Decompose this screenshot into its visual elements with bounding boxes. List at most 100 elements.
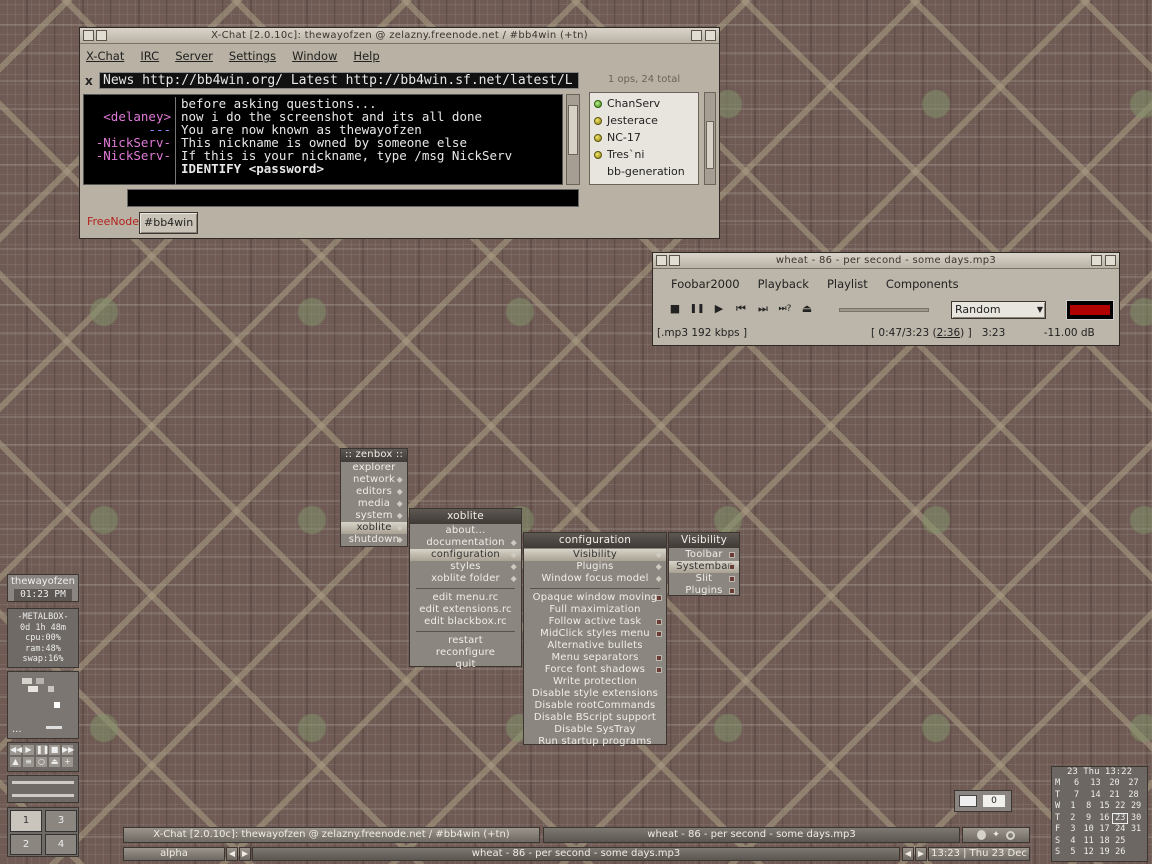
menu-window[interactable]: Window xyxy=(292,49,337,63)
tray-icon[interactable] xyxy=(54,702,60,708)
xchat-window-menu-icon[interactable] xyxy=(83,30,94,41)
menu-playlist[interactable]: Playlist xyxy=(827,277,868,291)
eject-small-icon[interactable]: ⏏ xyxy=(49,757,60,767)
up-icon[interactable]: ▲ xyxy=(10,757,21,767)
menu-item-follow-active-task[interactable]: Follow active task xyxy=(524,616,666,628)
calendar-day[interactable]: 22 xyxy=(1112,801,1128,813)
calendar-day[interactable]: 2 xyxy=(1065,813,1081,825)
menu-item-about[interactable]: about... xyxy=(410,525,521,537)
menu-item-explorer[interactable]: explorer xyxy=(341,462,407,474)
menu-item-restart[interactable]: restart xyxy=(410,635,521,647)
menu-help[interactable]: Help xyxy=(353,49,379,63)
chat-scrollbar[interactable] xyxy=(566,94,580,185)
tray-icon[interactable] xyxy=(48,686,54,692)
user-item[interactable]: NC-17 xyxy=(594,129,698,146)
calendar-day[interactable]: 21 xyxy=(1105,790,1124,802)
menu-item-edit-menu[interactable]: edit menu.rc xyxy=(410,592,521,604)
menu-item-full-maximization[interactable]: Full maximization xyxy=(524,604,666,616)
calendar-day[interactable] xyxy=(1128,836,1144,848)
calendar-day[interactable] xyxy=(1128,847,1144,859)
topic-close-icon[interactable]: x xyxy=(85,74,93,88)
calendar-day[interactable]: 12 xyxy=(1081,847,1097,859)
play-small-icon[interactable]: ▶ xyxy=(23,745,34,755)
userlist-scrollbar[interactable] xyxy=(704,92,716,185)
tab-bb4win[interactable]: #bb4win xyxy=(139,212,199,234)
menu-item-visibility[interactable]: Visibility ◆ xyxy=(524,549,666,561)
menu-item-write-protection[interactable]: Write protection xyxy=(524,676,666,688)
calendar-day[interactable]: 25 xyxy=(1112,836,1128,848)
calendar-day[interactable]: 16 xyxy=(1096,813,1112,825)
menu-item-network[interactable]: network ◆ xyxy=(341,474,407,486)
foobar-maximize-icon[interactable] xyxy=(1091,255,1102,266)
xchat-titlebar[interactable]: X-Chat [2.0.10c]: thewayofzen @ zelazny.… xyxy=(80,28,719,44)
workspace-4[interactable]: 4 xyxy=(45,834,77,855)
calendar-day[interactable]: 9 xyxy=(1081,813,1097,825)
xchat-shade-icon[interactable] xyxy=(96,30,107,41)
menu-item-midclick-styles[interactable]: MidClick styles menu xyxy=(524,628,666,640)
stop-icon[interactable]: ■ xyxy=(667,302,683,316)
menu-item-system[interactable]: system ◆ xyxy=(341,510,407,522)
forward-icon[interactable]: ▶▶ xyxy=(62,745,74,755)
user-item[interactable]: Jesterace xyxy=(594,112,698,129)
calendar-day[interactable]: 31 xyxy=(1128,824,1144,836)
volume-slider[interactable] xyxy=(12,781,74,784)
menu-item-shutdown[interactable]: shutdown ◆ xyxy=(341,534,407,546)
menu-server[interactable]: Server xyxy=(175,49,213,63)
user-item[interactable]: boovit xyxy=(594,180,698,184)
topic-input[interactable]: News http://bb4win.org/ Latest http://bb… xyxy=(99,72,579,89)
menu-item-disable-rootcommands[interactable]: Disable rootCommands xyxy=(524,700,666,712)
menu-item-plugins[interactable]: Plugins ◆ xyxy=(524,561,666,573)
menu-item-window-focus[interactable]: Window focus model ◆ xyxy=(524,573,666,585)
menu-item-disable-bscript[interactable]: Disable BScript support xyxy=(524,712,666,724)
menu-irc[interactable]: IRC xyxy=(140,49,159,63)
power-icon[interactable] xyxy=(1005,830,1015,840)
rewind-icon[interactable]: ◀◀ xyxy=(10,745,22,755)
menu-xchat[interactable]: X-Chat xyxy=(86,49,124,63)
menu-item-styles[interactable]: styles ◆ xyxy=(410,561,521,573)
menu-settings[interactable]: Settings xyxy=(229,49,276,63)
menu-item-documentation[interactable]: documentation ◆ xyxy=(410,537,521,549)
window-next-icon[interactable]: ▶ xyxy=(915,847,927,861)
calendar-day[interactable]: 18 xyxy=(1097,836,1113,848)
menu-item-toolbar[interactable]: Toolbar xyxy=(669,549,739,561)
message-input[interactable] xyxy=(127,189,579,207)
calendar-day[interactable]: 11 xyxy=(1081,836,1097,848)
menu-item-editors[interactable]: editors ◆ xyxy=(341,486,407,498)
mail-plugin[interactable]: 0 xyxy=(954,790,1012,812)
menu-item-systembar[interactable]: Systembar xyxy=(669,561,739,573)
calendar-day[interactable]: 23 xyxy=(1112,812,1129,824)
calendar-day[interactable]: 14 xyxy=(1086,790,1105,802)
window-prev-icon[interactable]: ◀ xyxy=(902,847,914,861)
calendar-day[interactable]: 6 xyxy=(1067,778,1086,790)
calendar-day[interactable]: 19 xyxy=(1097,847,1113,859)
seek-slider[interactable] xyxy=(839,308,929,312)
calendar-day[interactable]: 7 xyxy=(1067,790,1086,802)
tray-icon[interactable] xyxy=(46,726,62,729)
next-icon[interactable]: ⏭ xyxy=(755,302,771,316)
calendar-day[interactable]: 24 xyxy=(1112,824,1128,836)
calendar-day[interactable]: 17 xyxy=(1097,824,1113,836)
taskbar-task-xchat[interactable]: X-Chat [2.0.10c]: thewayofzen @ zelazny.… xyxy=(123,827,540,843)
foobar-titlebar[interactable]: wheat - 86 - per second - some days.mp3 xyxy=(653,253,1119,269)
foobar-shade-icon[interactable] xyxy=(669,255,680,266)
tray-icon[interactable] xyxy=(22,678,32,684)
eject-icon[interactable]: ⏏ xyxy=(799,302,815,316)
calendar-day[interactable]: 3 xyxy=(1065,824,1081,836)
calendar-day[interactable]: 26 xyxy=(1112,847,1128,859)
calendar-day[interactable]: 15 xyxy=(1097,801,1113,813)
workspace-prev-icon[interactable]: ◀ xyxy=(226,847,238,861)
calendar-day[interactable]: 30 xyxy=(1128,813,1144,825)
menu-components[interactable]: Components xyxy=(886,277,959,291)
volume-meter[interactable] xyxy=(1066,300,1114,320)
menu-item-xoblite-folder[interactable]: xoblite folder ◆ xyxy=(410,573,521,585)
menu-item-xoblite[interactable]: xoblite ◆ xyxy=(341,522,407,534)
workspace-next-icon[interactable]: ▶ xyxy=(239,847,251,861)
repeat-icon[interactable]: ○ xyxy=(36,757,47,767)
menu-item-vis-plugins[interactable]: Plugins xyxy=(669,585,739,597)
menu-item-configuration[interactable]: configuration ◆ xyxy=(410,549,521,561)
pause-small-icon[interactable]: ❚❚ xyxy=(36,745,49,755)
plus-icon[interactable]: + xyxy=(62,757,73,767)
workspace-3[interactable]: 3 xyxy=(45,810,77,832)
menu-item-force-font-shadows[interactable]: Force font shadows xyxy=(524,664,666,676)
xchat-close-icon[interactable] xyxy=(705,30,716,41)
